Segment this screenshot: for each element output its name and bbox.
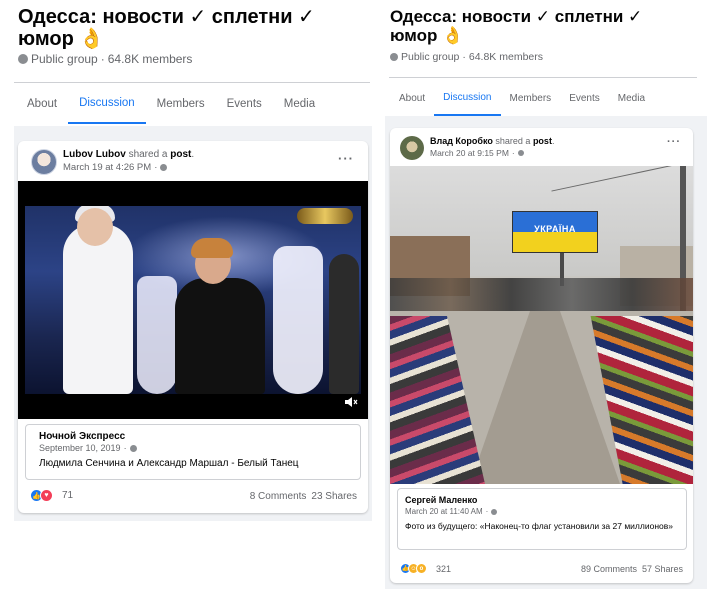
globe-icon — [390, 53, 398, 61]
group-title[interactable]: Одесса: новости ✓ сплетни ✓ юмор 👌 — [18, 6, 348, 50]
group-members-count[interactable]: 64.8K members — [469, 51, 543, 63]
dancer-figure — [273, 246, 323, 394]
header-divider — [389, 77, 697, 78]
billboard-text: УКРАЇНА — [534, 224, 576, 234]
comments-count[interactable]: 8 Comments — [250, 491, 307, 502]
more-options-button[interactable]: ··· — [667, 136, 681, 148]
group-privacy: Public group — [401, 51, 460, 63]
post-link[interactable]: post — [533, 136, 552, 146]
dancer-figure — [329, 254, 359, 394]
tab-events[interactable]: Events — [216, 84, 273, 124]
shared-post-date-row: September 10, 2019 · — [39, 443, 137, 453]
tab-members[interactable]: Members — [146, 84, 216, 124]
avatar[interactable] — [31, 149, 57, 175]
engagement-counts: 89 Comments 57 Shares — [581, 564, 683, 574]
meta-separator: · — [462, 51, 466, 63]
period: . — [551, 136, 555, 146]
poster-line: Влад Коробко shared a post. — [430, 136, 554, 146]
post-card: Влад Коробко shared a post. March 20 at … — [390, 128, 693, 583]
post-link[interactable]: post — [170, 149, 191, 160]
post-author[interactable]: Влад Коробко — [430, 136, 493, 146]
shared-post-date[interactable]: September 10, 2019 — [39, 443, 121, 453]
shared-post-author[interactable]: Сергей Маленко — [405, 495, 477, 505]
globe-icon — [160, 164, 168, 171]
meta-separator: · — [100, 52, 105, 66]
poster-info: Lubov Lubov shared a post. March 19 at 4… — [63, 149, 194, 173]
singer-figure — [175, 278, 265, 394]
tab-about[interactable]: About — [390, 80, 434, 116]
shared-text: shared a — [495, 136, 531, 146]
post-time[interactable]: March 19 at 4:26 PM — [63, 162, 151, 173]
shared-post-date[interactable]: March 20 at 11:40 AM — [405, 507, 483, 516]
post-header: Влад Коробко shared a post. March 20 at … — [400, 136, 554, 160]
post-header: Lubov Lubov shared a post. March 19 at 4… — [31, 149, 194, 175]
shared-post-preview[interactable]: Ночной Экспресс September 10, 2019 · Люд… — [25, 424, 361, 480]
globe-icon — [491, 508, 498, 515]
group-tabs: About Discussion Members Events Media — [16, 84, 326, 124]
group-privacy: Public group — [31, 52, 98, 66]
post-card: Lubov Lubov shared a post. March 19 at 4… — [18, 141, 368, 513]
group-meta: Public group · 64.8K members — [390, 51, 543, 63]
group-title[interactable]: Одесса: новости ✓ сплетни ✓ юмор 👌 — [390, 7, 690, 45]
date-separator: · — [123, 443, 127, 453]
right-screenshot-panel: Одесса: новости ✓ сплетни ✓ юмор 👌 Publi… — [385, 0, 707, 589]
post-time-row: March 19 at 4:26 PM · — [63, 162, 194, 173]
comments-count[interactable]: 89 Comments — [581, 564, 637, 574]
post-photo[interactable]: УКРАЇНА — [390, 166, 693, 484]
shared-post-preview[interactable]: Сергей Маленко March 20 at 11:40 AM · Фо… — [397, 488, 687, 550]
shares-count[interactable]: 57 Shares — [642, 564, 683, 574]
video-frame — [25, 206, 361, 394]
time-separator: · — [154, 162, 158, 173]
love-icon: ♥ — [40, 489, 53, 502]
reaction-icons: 👍 ♥ — [30, 489, 53, 502]
more-options-button[interactable]: ··· — [338, 151, 354, 166]
group-meta: Public group · 64.8K members — [18, 52, 192, 66]
channel-logo — [297, 208, 353, 224]
engagement-counts: 8 Comments 23 Shares — [250, 491, 357, 502]
tab-discussion[interactable]: Discussion — [434, 80, 501, 116]
reactions-summary[interactable]: 👍 ☺ o 321 — [400, 563, 451, 574]
shared-post-text: Фото из будущего: «Наконец-то флаг устан… — [405, 521, 673, 531]
header-divider — [14, 82, 370, 83]
tab-about[interactable]: About — [16, 84, 68, 124]
shared-text: shared a — [128, 149, 168, 160]
wow-icon: o — [416, 563, 427, 574]
tab-media[interactable]: Media — [273, 84, 326, 124]
tab-discussion[interactable]: Discussion — [68, 84, 146, 124]
singer-head — [77, 208, 113, 246]
shared-post-author[interactable]: Ночной Экспресс — [39, 431, 125, 442]
poster-line: Lubov Lubov shared a post. — [63, 149, 194, 160]
dancer-figure — [137, 276, 177, 394]
reactions-count: 321 — [436, 563, 452, 574]
time-separator: · — [511, 148, 515, 158]
tab-media[interactable]: Media — [609, 80, 654, 116]
singer-figure — [63, 224, 133, 394]
poster-info: Влад Коробко shared a post. March 20 at … — [430, 136, 554, 158]
post-time-row: March 20 at 9:15 PM · — [430, 148, 554, 158]
group-tabs: About Discussion Members Events Media — [390, 80, 654, 116]
post-time[interactable]: March 20 at 9:15 PM — [430, 148, 509, 158]
tab-members[interactable]: Members — [501, 80, 561, 116]
photo-crowd — [390, 278, 693, 314]
globe-icon — [517, 150, 524, 156]
shared-post-text: Людмила Сенчина и Александр Маршал - Бел… — [39, 458, 299, 469]
group-members-count[interactable]: 64.8K members — [108, 52, 193, 66]
globe-icon — [129, 444, 137, 452]
video-player[interactable] — [18, 181, 368, 419]
shares-count[interactable]: 23 Shares — [311, 491, 357, 502]
shared-post-date-row: March 20 at 11:40 AM · — [405, 507, 498, 516]
singer-hair — [191, 238, 233, 258]
post-author[interactable]: Lubov Lubov — [63, 149, 126, 160]
globe-icon — [18, 54, 28, 64]
tab-events[interactable]: Events — [560, 80, 609, 116]
reactions-summary[interactable]: 👍 ♥ 71 — [30, 489, 73, 502]
period: . — [191, 149, 195, 160]
date-separator: · — [485, 507, 489, 516]
reactions-count: 71 — [62, 490, 74, 501]
avatar[interactable] — [400, 136, 424, 160]
photo-billboard: УКРАЇНА — [512, 211, 598, 253]
reaction-icons: 👍 ☺ o — [400, 563, 427, 574]
volume-muted-icon[interactable] — [344, 395, 358, 409]
